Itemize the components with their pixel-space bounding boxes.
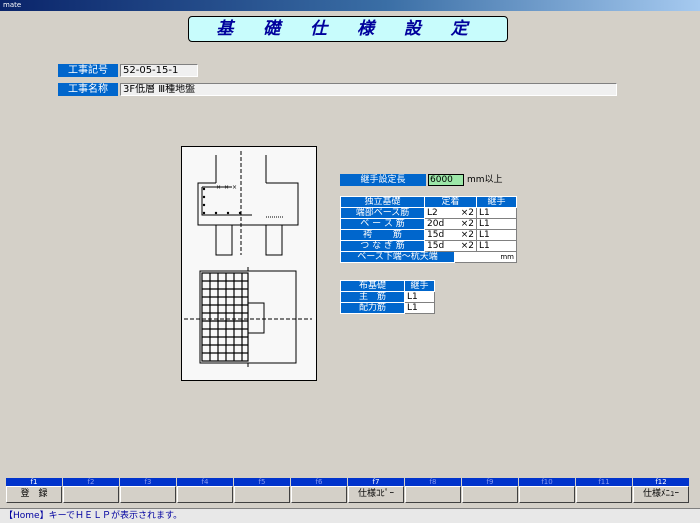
fkey-number: f4 <box>177 478 233 486</box>
independent-footing-table: 独立基礎 定着 継手 端部ベース筋 L2 ×2 L1 ベ ー ス 筋 20d ×… <box>340 196 517 263</box>
anchor-cell[interactable]: 15d <box>424 240 455 252</box>
row-label: 主 筋 <box>340 291 405 303</box>
table-row: ベース下端～杭天端 mm <box>340 251 517 263</box>
joint-cell[interactable]: L1 <box>404 291 435 303</box>
fkey-f4[interactable]: f4 <box>177 478 233 503</box>
fkey-f7[interactable]: f7 仕様ｺﾋﾟｰ <box>348 478 404 503</box>
table-row: 配力筋 L1 <box>340 302 435 314</box>
fkey-number: f8 <box>405 478 461 486</box>
fkey-label <box>63 486 119 503</box>
table-row: 主 筋 L1 <box>340 291 435 303</box>
fkey-number: f5 <box>234 478 290 486</box>
column-header: 定着 <box>424 196 477 208</box>
base-bottom-field[interactable]: mm <box>454 251 517 263</box>
project-name-label: 工事名称 <box>58 83 118 96</box>
fkey-label <box>576 486 632 503</box>
column-header: 継手 <box>404 280 435 292</box>
row-label: 配力筋 <box>340 302 405 314</box>
row-label: つ な ぎ 筋 <box>340 240 425 252</box>
fkey-label: 仕様ﾒﾆｭｰ <box>633 486 689 503</box>
table-row: つ な ぎ 筋 15d ×2 L1 <box>340 240 517 252</box>
fkey-number: f3 <box>120 478 176 486</box>
fkey-number: f7 <box>348 478 404 486</box>
base-bottom-unit: mm <box>500 253 514 261</box>
multiplier-cell: ×2 <box>454 207 477 219</box>
window-titlebar: mate <box>0 0 700 11</box>
svg-text:×: × <box>224 184 229 191</box>
strip-footing-table: 布基礎 継手 主 筋 L1 配力筋 L1 <box>340 280 435 314</box>
joint-cell[interactable]: L1 <box>476 229 517 241</box>
fkey-f3[interactable]: f3 <box>120 478 176 503</box>
fkey-label <box>291 486 347 503</box>
fkey-label <box>177 486 233 503</box>
fkey-label <box>462 486 518 503</box>
fkey-label <box>405 486 461 503</box>
status-bar: 【Home】キーでＨＥＬＰが表示されます。 <box>0 508 700 523</box>
foundation-drawing: × × × <box>184 151 312 369</box>
multiplier-cell: ×2 <box>454 229 477 241</box>
column-header: 布基礎 <box>340 280 405 292</box>
foundation-diagram: × × × <box>181 146 317 381</box>
column-header: 継手 <box>476 196 517 208</box>
project-number-label: 工事記号 <box>58 64 118 77</box>
row-label: 袴 筋 <box>340 229 425 241</box>
fkey-f8[interactable]: f8 <box>405 478 461 503</box>
joint-cell[interactable]: L1 <box>476 207 517 219</box>
joint-length-value: 6000 <box>430 175 453 185</box>
joint-cell[interactable]: L1 <box>404 302 435 314</box>
joint-length-unit: mm以上 <box>467 175 503 185</box>
page-title: 基 礎 仕 様 設 定 <box>188 16 508 42</box>
fkey-label <box>519 486 575 503</box>
fkey-number: f10 <box>519 478 575 486</box>
table-row: ベ ー ス 筋 20d ×2 L1 <box>340 218 517 230</box>
anchor-cell[interactable]: 15d <box>424 229 455 241</box>
fkey-number: f2 <box>63 478 119 486</box>
fkey-number: f1 <box>6 478 62 486</box>
joint-cell[interactable]: L1 <box>476 240 517 252</box>
multiplier-cell: ×2 <box>454 240 477 252</box>
fkey-f6[interactable]: f6 <box>291 478 347 503</box>
row-label: 端部ベース筋 <box>340 207 425 219</box>
joint-cell[interactable]: L1 <box>476 218 517 230</box>
column-header: 独立基礎 <box>340 196 425 208</box>
multiplier-cell: ×2 <box>454 218 477 230</box>
fkey-number: f9 <box>462 478 518 486</box>
fkey-number: f12 <box>633 478 689 486</box>
fkey-number: f6 <box>291 478 347 486</box>
fkey-label <box>234 486 290 503</box>
project-name-field[interactable]: 3F低層 Ⅲ種地盤 <box>120 83 617 96</box>
base-bottom-label: ベース下端～杭天端 <box>340 251 455 263</box>
joint-length-label: 継手設定長 <box>340 174 426 186</box>
anchor-cell[interactable]: 20d <box>424 218 455 230</box>
svg-text:×: × <box>232 184 237 191</box>
fkey-label: 仕様ｺﾋﾟｰ <box>348 486 404 503</box>
anchor-cell[interactable]: L2 <box>424 207 455 219</box>
fkey-number: f11 <box>576 478 632 486</box>
fkey-f10[interactable]: f10 <box>519 478 575 503</box>
table-header-row: 独立基礎 定着 継手 <box>340 196 517 208</box>
table-header-row: 布基礎 継手 <box>340 280 435 292</box>
fkey-label <box>120 486 176 503</box>
fkey-f5[interactable]: f5 <box>234 478 290 503</box>
svg-text:×: × <box>216 184 221 191</box>
function-key-bar: f1 登 録 f2 f3 f4 f5 f6 f7 仕様ｺﾋﾟｰ f8 f9 f10 … <box>6 478 694 503</box>
joint-length-input[interactable]: 6000 <box>428 174 464 186</box>
row-label: ベ ー ス 筋 <box>340 218 425 230</box>
status-message: 【Home】キーでＨＥＬＰが表示されます。 <box>4 511 183 521</box>
fkey-f11[interactable]: f11 <box>576 478 632 503</box>
table-row: 端部ベース筋 L2 ×2 L1 <box>340 207 517 219</box>
fkey-label: 登 録 <box>6 486 62 503</box>
fkey-f9[interactable]: f9 <box>462 478 518 503</box>
project-number-field[interactable]: 52-05-15-1 <box>120 64 198 77</box>
fkey-f1[interactable]: f1 登 録 <box>6 478 62 503</box>
table-row: 袴 筋 15d ×2 L1 <box>340 229 517 241</box>
fkey-f2[interactable]: f2 <box>63 478 119 503</box>
fkey-f12[interactable]: f12 仕様ﾒﾆｭｰ <box>633 478 689 503</box>
